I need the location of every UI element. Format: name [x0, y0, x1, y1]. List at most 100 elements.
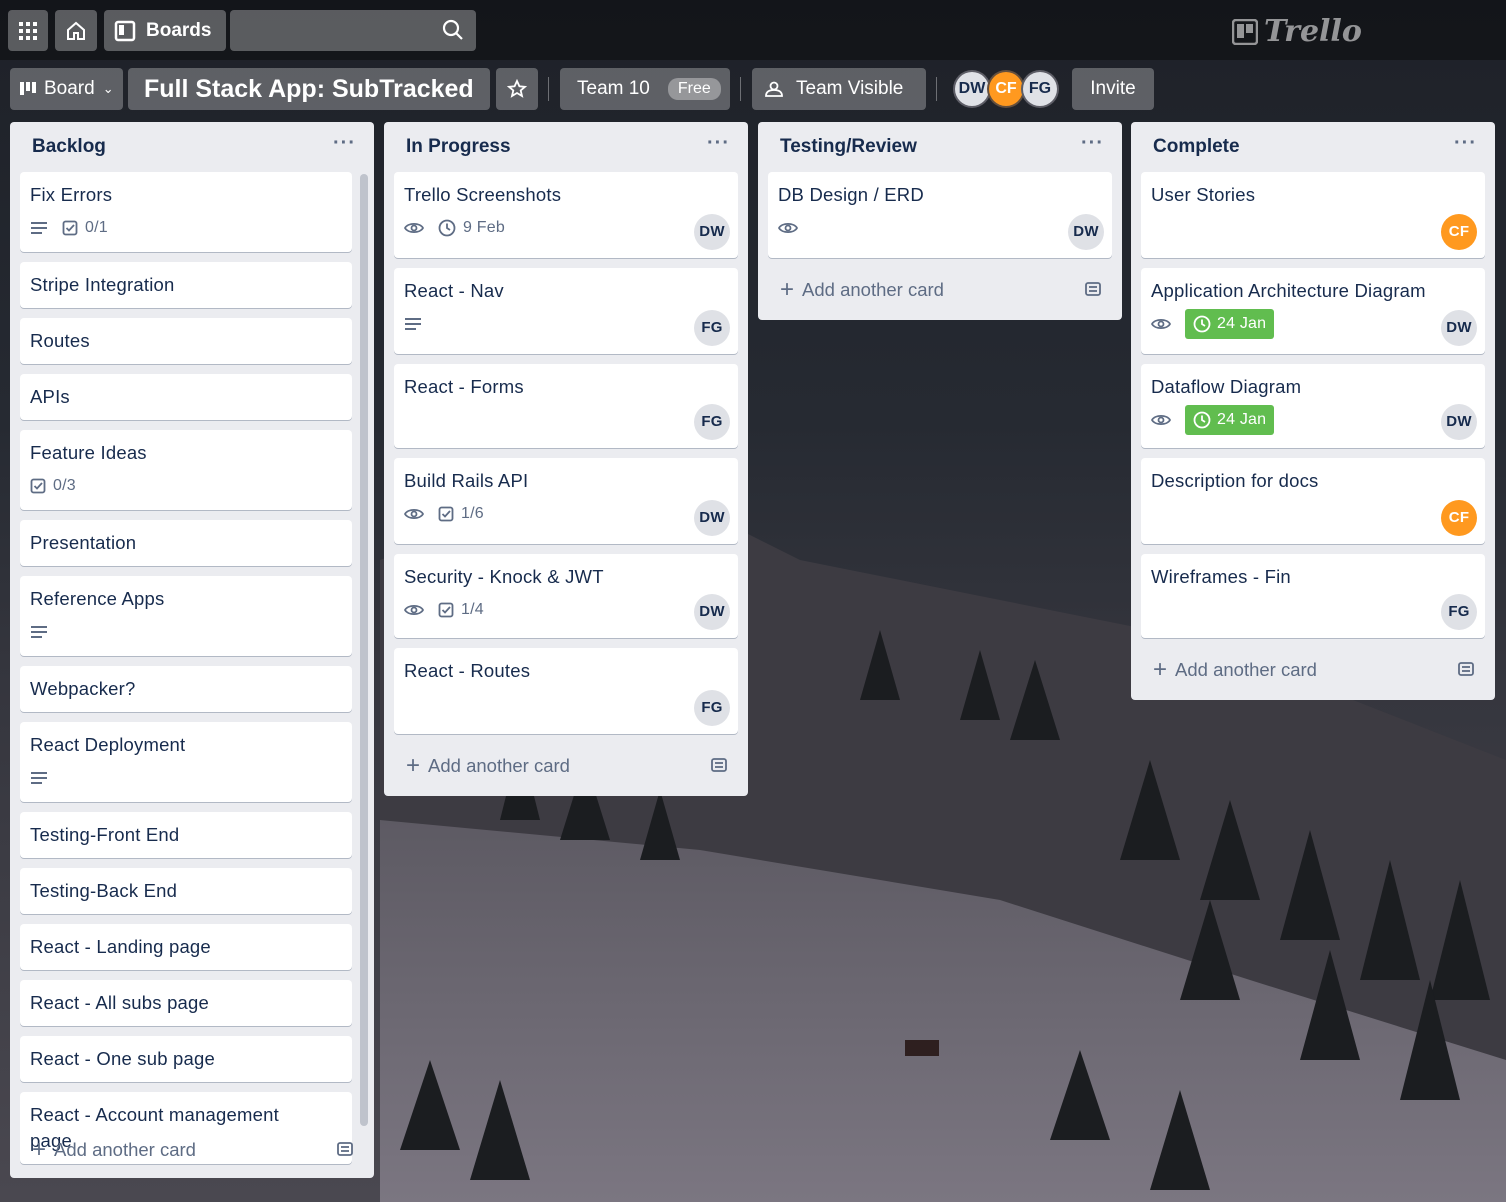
list-scrollbar[interactable] [360, 174, 368, 1126]
due-date-complete-badge[interactable]: 24 Jan [1185, 405, 1275, 435]
card-title: Description for docs [1151, 470, 1319, 491]
card[interactable]: Security - Knock & JWT 1/4 DW [394, 554, 738, 638]
card[interactable]: Build Rails API 1/6 DW [394, 458, 738, 544]
card[interactable]: Description for docs CF [1141, 458, 1485, 544]
add-card-button[interactable]: + Add another card [10, 1128, 374, 1172]
checklist-badge: 0/3 [30, 473, 76, 499]
home-button[interactable] [55, 10, 97, 51]
card[interactable]: User Stories CF [1141, 172, 1485, 258]
card-template-icon[interactable] [336, 1140, 354, 1158]
add-card-button[interactable]: + Add another card [758, 268, 1122, 312]
star-icon [507, 79, 527, 98]
card-template-icon[interactable] [1084, 280, 1102, 298]
card[interactable]: Testing-Front End [20, 812, 352, 858]
search-input[interactable] [230, 10, 420, 51]
member-avatar-cf[interactable]: CF [987, 70, 1025, 108]
add-card-button[interactable]: + Add another card [384, 744, 748, 788]
list-title[interactable]: Testing/Review [780, 136, 917, 158]
card-member-avatar[interactable]: FG [1441, 594, 1477, 630]
list-header: In Progress ··· [384, 122, 748, 172]
add-card-button[interactable]: + Add another card [1131, 648, 1495, 692]
board-title[interactable]: Full Stack App: SubTracked [128, 68, 490, 110]
card-member-avatar[interactable]: DW [1068, 214, 1104, 250]
card[interactable]: React - One sub page [20, 1036, 352, 1082]
clock-icon [438, 219, 456, 237]
card-member-avatar[interactable]: FG [694, 690, 730, 726]
list-title[interactable]: Backlog [32, 136, 106, 158]
card[interactable]: React - All subs page [20, 980, 352, 1026]
card-title: React - Routes [404, 660, 531, 681]
description-icon [404, 317, 422, 331]
card[interactable]: Application Architecture Diagram 24 Jan … [1141, 268, 1485, 354]
grid-icon [19, 21, 37, 40]
visibility-label: Team Visible [796, 78, 904, 99]
star-board-button[interactable] [496, 68, 538, 110]
card-member-avatar[interactable]: CF [1441, 500, 1477, 536]
team-button[interactable]: Team 10 Free [560, 68, 730, 110]
card-member-avatar[interactable]: DW [694, 214, 730, 250]
due-date-complete-badge[interactable]: 24 Jan [1185, 309, 1275, 339]
card[interactable]: React Deployment [20, 722, 352, 802]
trello-logo-icon [1232, 18, 1258, 45]
card-title: Fix Errors [30, 184, 113, 205]
card[interactable]: Reference Apps [20, 576, 352, 656]
board-view-switcher[interactable]: Board ⌄ [10, 68, 123, 110]
eye-icon [404, 221, 424, 235]
more-icon[interactable]: ··· [333, 132, 356, 155]
card[interactable]: APIs [20, 374, 352, 420]
card-title: React Deployment [30, 734, 186, 755]
card[interactable]: DB Design / ERD DW [768, 172, 1112, 258]
card-title: React - All subs page [30, 992, 210, 1013]
trello-logo[interactable]: Trello [1232, 14, 1362, 49]
more-icon[interactable]: ··· [1081, 132, 1104, 155]
card[interactable]: Trello Screenshots 9 Feb DW [394, 172, 738, 258]
card-title: Dataflow Diagram [1151, 376, 1302, 397]
card-member-avatar[interactable]: DW [1441, 310, 1477, 346]
team-visible-icon [765, 81, 783, 97]
apps-menu-button[interactable] [8, 10, 48, 51]
card-template-icon[interactable] [1457, 660, 1475, 678]
card-member-avatar[interactable]: DW [1441, 404, 1477, 440]
card-member-avatar[interactable]: DW [694, 500, 730, 536]
member-avatar-fg[interactable]: FG [1021, 70, 1059, 108]
chevron-down-icon: ⌄ [102, 81, 114, 96]
more-icon[interactable]: ··· [1454, 132, 1477, 155]
invite-button[interactable]: Invite [1072, 68, 1154, 110]
card[interactable]: React - Forms FG [394, 364, 738, 448]
card[interactable]: Presentation [20, 520, 352, 566]
list-header: Backlog ··· [10, 122, 374, 172]
card-template-icon[interactable] [710, 756, 728, 774]
card-title: React - One sub page [30, 1048, 215, 1069]
card[interactable]: Testing-Back End [20, 868, 352, 914]
card[interactable]: Routes [20, 318, 352, 364]
card-member-avatar[interactable]: FG [694, 310, 730, 346]
eye-icon [404, 507, 424, 521]
member-avatar-dw[interactable]: DW [953, 70, 991, 108]
card-title: Reference Apps [30, 588, 165, 609]
card[interactable]: React - Landing page [20, 924, 352, 970]
team-name: Team 10 [577, 78, 650, 99]
card[interactable]: Fix Errors 0/1 [20, 172, 352, 252]
card-title: Testing-Back End [30, 880, 178, 901]
divider [740, 77, 741, 101]
boards-label: Boards [146, 19, 212, 41]
card[interactable]: React - Routes FG [394, 648, 738, 734]
list-title[interactable]: In Progress [406, 136, 511, 158]
card-member-avatar[interactable]: DW [694, 594, 730, 630]
card[interactable]: Stripe Integration [20, 262, 352, 308]
card[interactable]: Dataflow Diagram 24 Jan DW [1141, 364, 1485, 448]
card-member-avatar[interactable]: CF [1441, 214, 1477, 250]
more-icon[interactable]: ··· [707, 132, 730, 155]
list-title[interactable]: Complete [1153, 136, 1240, 158]
card[interactable]: Webpacker? [20, 666, 352, 712]
search-bar[interactable] [230, 10, 476, 51]
visibility-button[interactable]: Team Visible [752, 68, 926, 110]
clock-icon [1193, 411, 1211, 429]
card[interactable]: Wireframes - Fin FG [1141, 554, 1485, 638]
boards-button[interactable]: Boards [104, 10, 226, 51]
card-member-avatar[interactable]: FG [694, 404, 730, 440]
list-testing-review: Testing/Review ··· DB Design / ERD DW + … [758, 122, 1122, 320]
card[interactable]: Feature Ideas 0/3 [20, 430, 352, 510]
checklist-badge: 0/1 [62, 215, 108, 241]
card[interactable]: React - Nav FG [394, 268, 738, 354]
